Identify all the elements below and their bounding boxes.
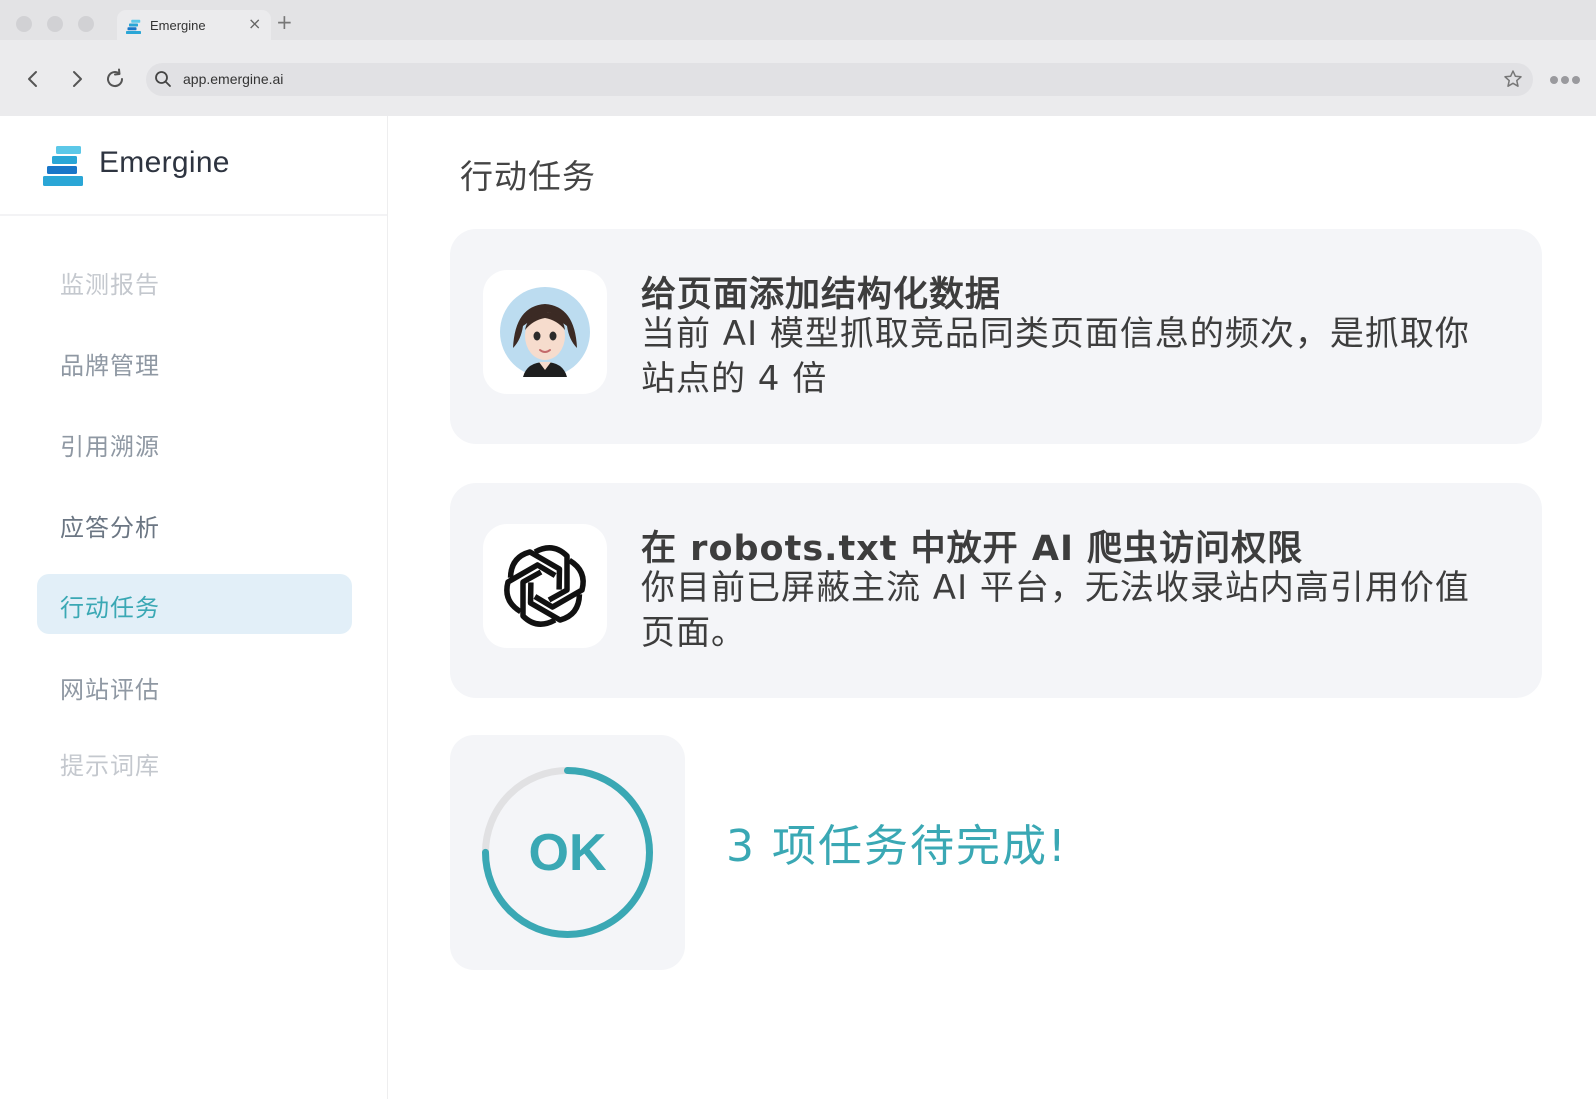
search-icon	[155, 71, 171, 87]
emergine-favicon-icon	[126, 19, 141, 34]
task-title: 给页面添加结构化数据	[641, 275, 1002, 315]
sidebar-item-label: 行动任务	[60, 594, 160, 622]
task-card[interactable]: 给页面添加结构化数据 当前 AI 模型抓取竞品同类页面信息的频次，是抓取你站点的…	[450, 229, 1542, 444]
reload-icon[interactable]	[104, 68, 126, 90]
page-title: 行动任务	[460, 157, 596, 196]
emergine-logo-icon	[43, 146, 83, 186]
pending-tasks-message: 3 项任务待完成!	[726, 821, 1068, 872]
sidebar-item-action-tasks[interactable]: 行动任务	[37, 574, 352, 634]
avatar-icon	[500, 287, 590, 377]
browser-menu-icon[interactable]	[1549, 75, 1581, 85]
forward-icon[interactable]	[66, 68, 88, 90]
tab-title: Emergine	[150, 18, 206, 33]
browser-tab[interactable]: Emergine ×	[117, 10, 271, 42]
ok-badge: OK	[528, 824, 607, 882]
brand-name: Emergine	[99, 146, 230, 179]
sidebar-item-label: 引用溯源	[60, 433, 160, 461]
brand-header: Emergine	[0, 116, 387, 216]
task-description: 当前 AI 模型抓取竞品同类页面信息的频次，是抓取你站点的 4 倍	[641, 314, 1470, 399]
browser-chrome: Emergine × + app.emergine.ai	[0, 0, 1596, 116]
sidebar-item-label: 提示词库	[60, 752, 160, 780]
tab-close-icon[interactable]: ×	[248, 14, 261, 34]
new-tab-icon[interactable]: +	[276, 12, 293, 32]
sidebar-item-response-analysis[interactable]: 应答分析	[37, 494, 352, 554]
task-icon-box	[483, 270, 607, 394]
bookmark-star-icon[interactable]	[1503, 69, 1523, 89]
sidebar-item-label: 品牌管理	[60, 352, 160, 380]
sidebar-item-site-evaluation[interactable]: 网站评估	[37, 656, 352, 716]
sidebar-item-monitoring-report[interactable]: 监测报告	[37, 251, 352, 311]
back-icon[interactable]	[22, 68, 44, 90]
sidebar-item-brand-management[interactable]: 品牌管理	[37, 332, 352, 392]
task-status-box: OK	[450, 735, 685, 970]
window-close-dot[interactable]	[16, 16, 32, 32]
window-maximize-dot[interactable]	[78, 16, 94, 32]
address-bar[interactable]: app.emergine.ai	[146, 63, 1533, 96]
sidebar-item-citation-tracing[interactable]: 引用溯源	[37, 413, 352, 473]
sidebar-item-prompt-library[interactable]: 提示词库	[37, 732, 352, 792]
openai-logo-icon	[504, 545, 586, 627]
url-text: app.emergine.ai	[183, 71, 284, 87]
task-card[interactable]: 在 robots.txt 中放开 AI 爬虫访问权限 你目前已屏蔽主流 AI 平…	[450, 483, 1542, 698]
sidebar-item-label: 应答分析	[60, 514, 160, 542]
sidebar: Emergine 监测报告 品牌管理 引用溯源 应答分析 行动任务 网站评估 提…	[0, 116, 388, 1099]
sidebar-item-label: 网站评估	[60, 676, 160, 704]
task-icon-box	[483, 524, 607, 648]
window-minimize-dot[interactable]	[47, 16, 63, 32]
task-title: 在 robots.txt 中放开 AI 爬虫访问权限	[641, 529, 1304, 569]
task-description: 你目前已屏蔽主流 AI 平台，无法收录站内高引用价值页面。	[641, 568, 1470, 653]
sidebar-item-label: 监测报告	[60, 271, 160, 299]
